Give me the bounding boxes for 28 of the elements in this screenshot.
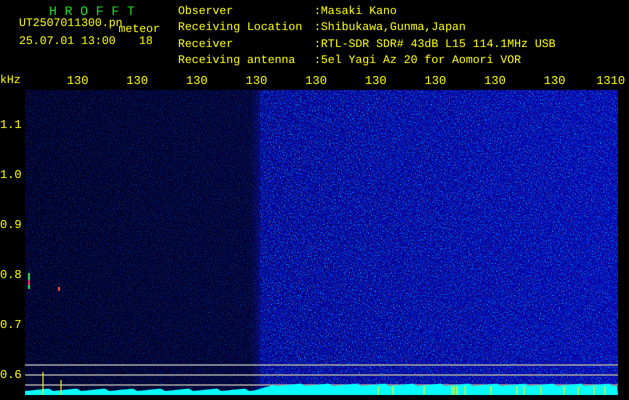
date-time: 25.07.01 13:00 — [19, 36, 117, 48]
frequency-tick-label: 130 — [125, 74, 150, 87]
frequency-tick-label: 1310 — [595, 74, 626, 87]
frequency-tick-label: 130 — [244, 74, 268, 87]
frequency-tick-label: 130 — [424, 74, 448, 87]
frequency-tick-label: 130 — [542, 74, 566, 87]
y-tick-label: 0.6 — [0, 369, 22, 381]
frequency-tick-label: 130 — [364, 74, 388, 87]
info-value: :5el Yagi Az 20 for Aomori VOR — [314, 54, 522, 69]
info-label: Receiving antenna — [178, 54, 296, 69]
frequency-tick-label: 130 — [185, 74, 209, 87]
info-value: :Masaki Kano — [314, 6, 398, 20]
frequency-tick-label: 130 — [483, 74, 507, 87]
info-label: Observer — [178, 6, 234, 20]
y-tick-label: 0.7 — [0, 319, 22, 331]
y-tick-label: 1.1 — [0, 119, 22, 131]
info-label: Receiving Location — [178, 22, 304, 36]
y-tick-label: 1.0 — [0, 169, 22, 181]
app-title: H R O F F T — [49, 5, 136, 18]
info-value: :Shibukawa,Gunma,Japan — [314, 22, 467, 36]
y-tick-label: 0.8 — [0, 269, 22, 281]
meteor-count: 18 — [139, 36, 153, 48]
info-value: :RTL-SDR SDR# 43dB L15 114.1MHz USB — [314, 38, 556, 53]
y-tick-label: 0.9 — [0, 219, 22, 231]
axis-unit: kHz — [0, 74, 22, 87]
frequency-tick-label: 130 — [66, 74, 90, 87]
info-label: Receiver — [178, 38, 234, 53]
frequency-tick-label: 130 — [304, 74, 328, 87]
